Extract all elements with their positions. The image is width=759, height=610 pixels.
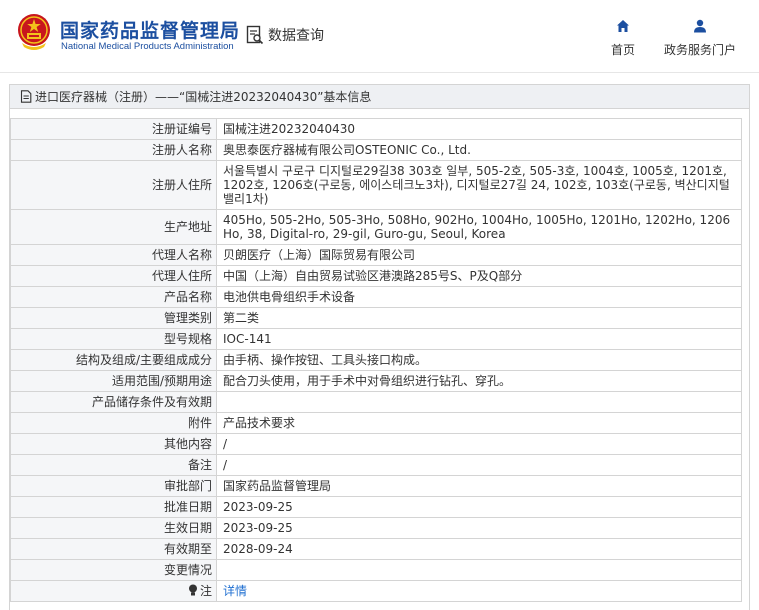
- field-value: /: [216, 433, 742, 455]
- panel-title: 进口医疗器械（注册）——“国械注进20232040430”基本信息: [35, 90, 372, 104]
- nav-gov-service[interactable]: 政务服务门户: [660, 18, 740, 58]
- field-label: 注册证编号: [10, 118, 217, 140]
- note-value-cell: 详情: [216, 580, 742, 602]
- table-row: 注册人名称 奥思泰医疗器械有限公司OSTEONIC Co., Ltd.: [10, 139, 742, 161]
- field-label: 变更情况: [10, 559, 217, 581]
- table-row: 注册证编号 国械注进20232040430: [10, 118, 742, 140]
- field-value: 国械注进20232040430: [216, 118, 742, 140]
- field-label: 管理类别: [10, 307, 217, 329]
- site-header: 国家药品监督管理局 National Medical Products Admi…: [0, 0, 759, 72]
- field-label: 代理人名称: [10, 244, 217, 266]
- field-value: [216, 391, 742, 413]
- field-value: 奥思泰医疗器械有限公司OSTEONIC Co., Ltd.: [216, 139, 742, 161]
- field-label: 备注: [10, 454, 217, 476]
- table-row: 生产地址 405Ho, 505-2Ho, 505-3Ho, 508Ho, 902H…: [10, 209, 742, 245]
- nav-gov-service-label: 政务服务门户: [663, 43, 736, 57]
- field-label: 适用范围/预期用途: [10, 370, 217, 392]
- field-label: 型号规格: [10, 328, 217, 350]
- field-value: 电池供电骨组织手术设备: [216, 286, 742, 308]
- field-label: 代理人住所: [10, 265, 217, 287]
- field-value: IOC-141: [216, 328, 742, 350]
- field-value: 2023-09-25: [216, 496, 742, 518]
- table-row: 其他内容 /: [10, 433, 742, 455]
- table-row: 代理人名称 贝朗医疗（上海）国际贸易有限公司: [10, 244, 742, 266]
- field-value: 2028-09-24: [216, 538, 742, 560]
- table-row: 备注 /: [10, 454, 742, 476]
- field-label: 附件: [10, 412, 217, 434]
- field-label: 产品储存条件及有效期: [10, 391, 217, 413]
- table-row: 型号规格 IOC-141: [10, 328, 742, 350]
- panel-header: 进口医疗器械（注册）——“国械注进20232040430”基本信息: [10, 85, 749, 109]
- field-value: 서울특별시 구로구 디지털로29길38 303호 일부, 505-2호, 505…: [216, 160, 742, 210]
- table-row: 产品名称 电池供电骨组织手术设备: [10, 286, 742, 308]
- field-value: 配合刀头使用，用于手术中对骨组织进行钻孔、穿孔。: [216, 370, 742, 392]
- table-row: 有效期至 2028-09-24: [10, 538, 742, 560]
- field-label: 审批部门: [10, 475, 217, 497]
- note-label: 注: [199, 584, 212, 598]
- field-label: 批准日期: [10, 496, 217, 518]
- table-row: 变更情况: [10, 559, 742, 581]
- site-name-cn: 国家药品监督管理局: [60, 20, 241, 42]
- lightbulb-icon: [188, 584, 197, 596]
- table-row: 代理人住所 中国（上海）自由贸易试验区港澳路285号S、P及Q部分: [10, 265, 742, 287]
- user-icon: [694, 19, 706, 33]
- details-link[interactable]: 详情: [223, 584, 247, 598]
- table-row: 生效日期 2023-09-25: [10, 517, 742, 539]
- field-label: 生产地址: [10, 209, 217, 245]
- field-label: 其他内容: [10, 433, 217, 455]
- table-row: 批准日期 2023-09-25: [10, 496, 742, 518]
- header-divider: [0, 72, 759, 73]
- site-name-en: National Medical Products Administration: [61, 41, 234, 52]
- table-row: 产品储存条件及有效期: [10, 391, 742, 413]
- note-label-cell: 注: [10, 580, 217, 602]
- note-row: 注详情: [10, 580, 742, 602]
- field-value: 中国（上海）自由贸易试验区港澳路285号S、P及Q部分: [216, 265, 742, 287]
- nav-home-label: 首页: [610, 43, 635, 57]
- table-row: 注册人住所 서울특별시 구로구 디지털로29길38 303호 일부, 505-2호…: [10, 160, 742, 210]
- table-row: 结构及组成/主要组成成分 由手柄、操作按钮、工具头接口构成。: [10, 349, 742, 371]
- field-label: 注册人住所: [10, 160, 217, 210]
- field-label: 产品名称: [10, 286, 217, 308]
- field-label: 结构及组成/主要组成成分: [10, 349, 217, 371]
- registration-info-table: 注册证编号 国械注进20232040430 注册人名称 奥思泰医疗器械有限公司OSTE…: [10, 118, 742, 602]
- field-value: /: [216, 454, 742, 476]
- nav-home[interactable]: 首页: [604, 18, 642, 58]
- field-value: 第二类: [216, 307, 742, 329]
- home-icon: [617, 20, 629, 32]
- table-row: 管理类别 第二类: [10, 307, 742, 329]
- field-value: 贝朗医疗（上海）国际贸易有限公司: [216, 244, 742, 266]
- document-search-icon: [246, 25, 264, 45]
- field-label: 注册人名称: [10, 139, 217, 161]
- data-query-label: 数据查询: [268, 28, 324, 44]
- table-row: 审批部门 国家药品监督管理局: [10, 475, 742, 497]
- field-value: 产品技术要求: [216, 412, 742, 434]
- field-label: 有效期至: [10, 538, 217, 560]
- national-emblem-icon: [18, 14, 50, 50]
- field-value: 由手柄、操作按钮、工具头接口构成。: [216, 349, 742, 371]
- data-query-link[interactable]: 数据查询: [246, 24, 324, 46]
- table-row: 适用范围/预期用途 配合刀头使用，用于手术中对骨组织进行钻孔、穿孔。: [10, 370, 742, 392]
- table-row: 附件 产品技术要求: [10, 412, 742, 434]
- document-icon: [20, 90, 32, 103]
- field-value: [216, 559, 742, 581]
- field-value: 405Ho, 505-2Ho, 505-3Ho, 508Ho, 902Ho, 1…: [216, 209, 742, 245]
- field-value: 国家药品监督管理局: [216, 475, 742, 497]
- field-value: 2023-09-25: [216, 517, 742, 539]
- field-label: 生效日期: [10, 517, 217, 539]
